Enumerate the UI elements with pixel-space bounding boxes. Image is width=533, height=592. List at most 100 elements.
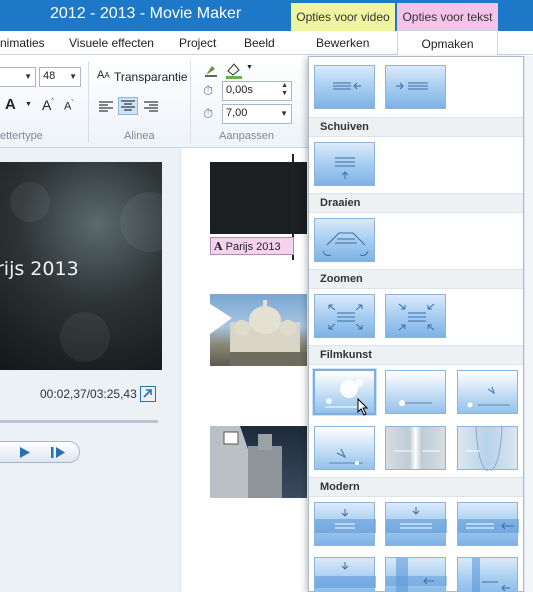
section-header-rotate: Draaien bbox=[309, 193, 523, 213]
chevron-down-icon: ▼ bbox=[280, 109, 288, 118]
playback-controls bbox=[0, 441, 80, 463]
effect-modern-drop-icon bbox=[315, 509, 376, 533]
effect-cinematic-curtain[interactable] bbox=[457, 426, 518, 471]
effect-modern-split-icon bbox=[386, 507, 447, 533]
bokeh-decoration bbox=[10, 182, 50, 222]
text-color-icon[interactable] bbox=[203, 62, 219, 78]
chevron-down-icon[interactable]: ▼ bbox=[25, 101, 32, 108]
context-tab-text-options[interactable]: Opties voor tekst bbox=[397, 3, 498, 31]
effect-scroll-right[interactable] bbox=[385, 65, 446, 109]
stepper-icon[interactable]: ▲ ▼ bbox=[281, 82, 288, 98]
caption-item[interactable]: A Parijs 2013 bbox=[210, 237, 294, 255]
effect-glow-icon bbox=[399, 400, 432, 406]
section-header-zoom: Zoomen bbox=[309, 269, 523, 289]
font-group-label: ettertype bbox=[0, 130, 43, 142]
effect-cinematic-reveal[interactable] bbox=[457, 370, 518, 414]
effect-zoom-in[interactable] bbox=[314, 294, 375, 338]
video-caption-text: rijs 2013 bbox=[0, 258, 79, 280]
effect-modern-drop-2[interactable] bbox=[314, 557, 376, 592]
effect-swipe-icon bbox=[329, 448, 363, 465]
play-icon[interactable] bbox=[12, 444, 36, 461]
align-left-icon[interactable] bbox=[96, 98, 116, 116]
duration-icon: ⏱ bbox=[203, 106, 214, 121]
section-header-cinematic: Filmkunst bbox=[309, 345, 523, 365]
section-header-modern: Modern bbox=[309, 477, 523, 497]
start-time-value: 0,00s bbox=[226, 84, 253, 96]
clip-thumbnail-image bbox=[210, 300, 307, 366]
dropdown-scrollbar[interactable] bbox=[524, 56, 533, 592]
seek-bar[interactable] bbox=[0, 420, 158, 423]
effect-modern-wipe[interactable] bbox=[385, 557, 447, 592]
tab-project[interactable]: Project bbox=[179, 36, 216, 50]
effect-scroll-left-icon bbox=[333, 82, 361, 90]
effect-modern-drop-2-icon bbox=[315, 562, 376, 588]
tab-view[interactable]: Beeld bbox=[244, 36, 275, 50]
text-effects-dropdown: Schuiven Draaien Zoomen Filmkunst Modern bbox=[308, 56, 524, 592]
start-time-field[interactable]: 0,00s ▲ ▼ bbox=[222, 81, 292, 101]
transparency-label[interactable]: Transparantie bbox=[114, 70, 188, 84]
font-size-combo[interactable]: 48 ▼ bbox=[39, 67, 81, 87]
duration-value: 7,00 bbox=[226, 107, 248, 119]
ribbon-tabs: nimaties Visuele effecten Project Beeld … bbox=[0, 30, 533, 56]
effect-zoom-out[interactable] bbox=[385, 294, 446, 338]
font-grow-icon[interactable]: Aˆ bbox=[42, 97, 54, 113]
chevron-down-icon[interactable]: ▼ bbox=[246, 64, 253, 71]
effect-modern-drop[interactable] bbox=[314, 502, 376, 546]
chevron-down-icon: ▼ bbox=[24, 72, 32, 81]
effect-modern-split[interactable] bbox=[385, 502, 447, 546]
tab-edit[interactable]: Bewerken bbox=[316, 36, 369, 50]
context-tab-video-options[interactable]: Opties voor video bbox=[291, 3, 395, 31]
effect-modern-wipe-icon bbox=[386, 558, 447, 592]
tab-format[interactable]: Opmaken bbox=[397, 30, 498, 56]
effect-modern-slide-icon bbox=[458, 519, 519, 533]
font-family-combo[interactable]: ▼ bbox=[0, 67, 36, 87]
storyboard-clip-sacre-coeur[interactable] bbox=[210, 294, 307, 366]
section-header-scroll: Schuiven bbox=[309, 117, 523, 137]
effect-cinematic-glow[interactable] bbox=[385, 370, 446, 414]
paragraph-group-label: Alinea bbox=[124, 130, 155, 142]
effect-zoom-out-icon bbox=[398, 303, 435, 331]
font-shrink-icon[interactable]: Aˇ bbox=[64, 100, 74, 113]
align-right-icon[interactable] bbox=[141, 98, 161, 116]
effect-scroll-right-icon bbox=[396, 82, 428, 90]
effect-modern-slide[interactable] bbox=[457, 502, 519, 546]
effect-cinematic-fade[interactable] bbox=[385, 426, 446, 470]
preview-pane: rijs 2013 00:02,37/03:25,43 bbox=[0, 148, 180, 592]
effect-modern-bar[interactable] bbox=[457, 557, 518, 592]
bokeh-decoration bbox=[120, 192, 162, 252]
start-time-icon: ⏱ bbox=[203, 83, 214, 98]
effect-zoom-in-icon bbox=[328, 304, 363, 330]
align-center-button[interactable] bbox=[118, 97, 138, 115]
clip-thumbnail-image bbox=[210, 426, 282, 498]
group-divider bbox=[190, 61, 191, 143]
duration-field[interactable]: 7,00 ▼ bbox=[222, 104, 292, 124]
transparency-icon: AA bbox=[97, 69, 110, 81]
effect-reveal-icon bbox=[467, 386, 510, 408]
tab-visual-effects[interactable]: Visuele effecten bbox=[69, 36, 154, 50]
effect-scroll-left[interactable] bbox=[314, 65, 375, 109]
fullscreen-icon[interactable] bbox=[140, 386, 156, 402]
next-frame-icon[interactable] bbox=[46, 444, 70, 461]
title-bar: 2012 - 2013 - Movie Maker Opties voor vi… bbox=[0, 0, 533, 31]
bokeh-decoration bbox=[60, 312, 110, 362]
group-divider bbox=[88, 61, 89, 143]
font-color-icon[interactable]: A bbox=[5, 96, 16, 113]
caption-icon: A bbox=[214, 240, 223, 253]
window-title: 2012 - 2013 - Movie Maker bbox=[50, 5, 242, 22]
chevron-down-icon: ▼ bbox=[69, 72, 77, 81]
effect-modern-bar-icon bbox=[472, 558, 510, 592]
effect-rotate-icon bbox=[322, 232, 369, 256]
storyboard-clip-church[interactable] bbox=[210, 426, 307, 498]
timecode: 00:02,37/03:25,43 bbox=[40, 387, 137, 401]
effect-scroll-up-icon bbox=[335, 157, 355, 179]
effect-cinematic-swipe[interactable] bbox=[314, 426, 375, 470]
storyboard: A Parijs 2013 bbox=[180, 148, 310, 592]
tab-animations[interactable]: nimaties bbox=[0, 36, 45, 50]
video-preview[interactable]: rijs 2013 bbox=[0, 162, 162, 370]
background-color-icon[interactable] bbox=[224, 61, 244, 79]
caption-label: Parijs 2013 bbox=[225, 241, 281, 253]
effect-scroll-up[interactable] bbox=[314, 142, 375, 186]
effect-rotate[interactable] bbox=[314, 218, 375, 262]
font-size-value: 48 bbox=[43, 70, 56, 82]
effect-fade-icon bbox=[394, 450, 440, 452]
